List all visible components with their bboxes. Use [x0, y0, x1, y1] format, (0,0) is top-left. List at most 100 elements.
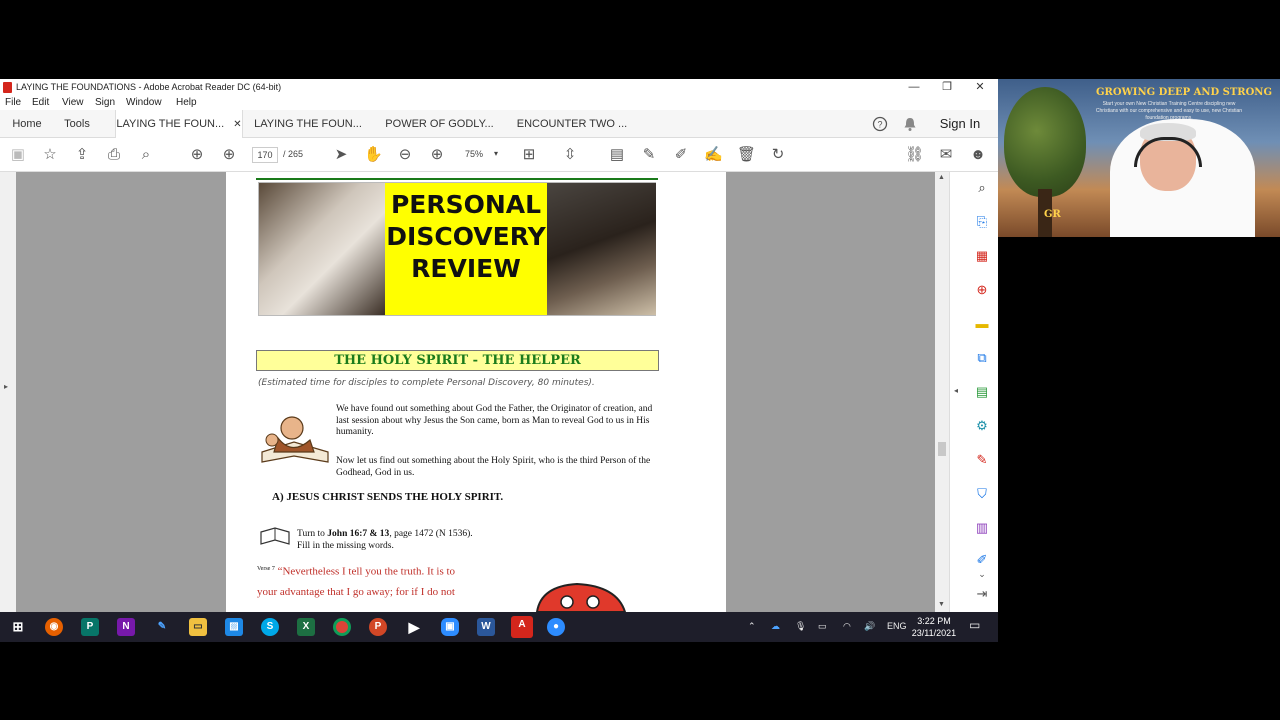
menu-edit[interactable]: Edit — [32, 97, 49, 108]
powerpoint-icon[interactable]: P — [369, 618, 387, 636]
notifications-icon[interactable]: ▭ — [969, 618, 980, 632]
scroll-thumb[interactable] — [938, 442, 946, 456]
skype-icon[interactable]: S — [261, 618, 279, 636]
fill-sign-icon[interactable]: ✍ — [704, 146, 723, 164]
tab-tools[interactable]: Tools — [54, 110, 100, 138]
zoom-meeting-icon[interactable]: ● — [547, 618, 565, 636]
star-icon[interactable]: ☆ — [41, 146, 59, 164]
tab-home[interactable]: Home — [0, 110, 54, 138]
wifi-icon[interactable]: ◠ — [843, 621, 851, 632]
restore-button[interactable]: ❐ — [930, 79, 964, 96]
publisher-icon[interactable]: P — [81, 618, 99, 636]
bell-icon[interactable] — [900, 110, 920, 138]
bible-hands-photo — [259, 183, 385, 315]
create-pdf-icon[interactable]: ⊕ — [973, 282, 991, 298]
menu-help[interactable]: Help — [176, 97, 197, 108]
word-icon[interactable]: W — [477, 618, 495, 636]
left-panel-toggle[interactable]: ▸ — [0, 172, 16, 612]
zoom-in-icon[interactable]: ⊕ — [428, 146, 446, 164]
expand-left-icon[interactable]: ▸ — [4, 382, 8, 391]
volume-icon[interactable]: 🔊 — [864, 621, 875, 632]
verse-line-2: your advantage that I go away; for if I … — [257, 585, 455, 598]
share-user-icon[interactable]: ☻ — [969, 146, 987, 164]
scroll-mode-icon[interactable]: ⇳ — [561, 146, 579, 164]
menu-sign[interactable]: Sign — [95, 97, 115, 108]
menu-window[interactable]: Window — [126, 97, 162, 108]
print-icon[interactable]: ⎙ — [105, 146, 123, 164]
app-icon[interactable]: ✎ — [153, 618, 171, 636]
zoom-app-icon[interactable]: ▣ — [441, 618, 459, 636]
collapse-pane-icon[interactable]: ◂ — [954, 386, 958, 395]
open-bible-icon — [260, 527, 290, 545]
organize-pages-icon[interactable]: ▦ — [973, 248, 991, 264]
tab-doc-4[interactable]: ENCOUNTER TWO ... — [506, 110, 638, 138]
intro-paragraph-2: Now let us find out something about the … — [336, 456, 651, 478]
start-icon[interactable]: ⊞ — [9, 618, 27, 636]
intro-paragraph-1: We have found out something about God th… — [336, 404, 653, 437]
minimize-button[interactable]: — — [897, 79, 931, 96]
upload-icon[interactable]: ⇪ — [73, 146, 91, 164]
chrome-icon[interactable] — [333, 618, 351, 636]
tab-doc-3[interactable]: POWER OF GODLY... — [373, 110, 506, 138]
comment-tool-icon[interactable]: ▬ — [973, 316, 991, 332]
menu-view[interactable]: View — [62, 97, 84, 108]
scripture-reference: John 16:7 & 13 — [327, 529, 390, 539]
zoom-chevron-down-icon[interactable]: ▾ — [494, 149, 498, 158]
clock[interactable]: 3:22 PM 23/11/2021 — [906, 615, 962, 639]
page-number-input[interactable]: 170 — [252, 147, 278, 163]
excel-icon[interactable]: X — [297, 618, 315, 636]
mail-icon[interactable]: ✉ — [937, 146, 955, 164]
pane-search-icon[interactable]: ⌕ — [973, 180, 991, 196]
media-player-icon[interactable]: ▶ — [405, 618, 423, 636]
tab-doc-active[interactable]: LAYING THE FOUN... ✕ — [115, 110, 243, 138]
scroll-down-icon[interactable]: ▼ — [938, 601, 945, 608]
tab-doc-2[interactable]: LAYING THE FOUN... — [243, 110, 373, 138]
file-explorer-icon[interactable]: ▭ — [189, 618, 207, 636]
document-viewer[interactable]: PERSONAL DISCOVERY REVIEW THE HOLY SPIRI… — [16, 172, 935, 612]
prev-page-icon[interactable]: ⊕ — [188, 146, 206, 164]
microphone-icon[interactable]: 🎙 — [795, 621, 806, 632]
tab-close-icon[interactable]: ✕ — [233, 119, 241, 130]
language-indicator[interactable]: ENG — [887, 621, 907, 631]
battery-icon[interactable]: ▭ — [818, 621, 827, 632]
vertical-scrollbar[interactable]: ▲ ▼ — [935, 172, 949, 612]
onenote-icon[interactable]: N — [117, 618, 135, 636]
acrobat-taskbar-icon[interactable]: A — [511, 616, 533, 638]
photos-icon[interactable]: ▨ — [225, 618, 243, 636]
highlight-icon[interactable]: ✎ — [640, 146, 658, 164]
help-icon[interactable]: ? — [870, 110, 890, 138]
fill-sign-tool-icon[interactable]: ✎ — [973, 452, 991, 468]
show-hidden-icons[interactable]: ⌃ — [748, 621, 756, 632]
combine-files-icon[interactable]: ⧉ — [973, 350, 991, 366]
edit-pdf-icon[interactable]: ▤ — [973, 384, 991, 400]
page-fit-icon[interactable]: ⊞ — [520, 146, 538, 164]
search-icon[interactable]: ⌕ — [137, 146, 155, 164]
zoom-level-select[interactable]: 75% — [465, 149, 483, 159]
close-button[interactable]: ✕ — [963, 79, 997, 96]
firefox-icon[interactable]: ◉ — [45, 618, 63, 636]
protect-icon[interactable]: ⛉ — [973, 486, 991, 502]
pane-chevron-down-icon[interactable]: ⌄ — [973, 566, 991, 582]
hand-tool-icon[interactable]: ✋ — [364, 146, 383, 164]
menu-file[interactable]: File — [5, 97, 21, 108]
delete-icon[interactable]: 🗑 — [737, 146, 756, 164]
next-page-icon[interactable]: ⊕ — [220, 146, 238, 164]
draw-icon[interactable]: ✐ — [672, 146, 690, 164]
zoom-out-icon[interactable]: ⊖ — [396, 146, 414, 164]
link-icon[interactable]: ⛓ — [905, 146, 924, 164]
reading-monk-illustration — [261, 416, 329, 463]
sign-in-button[interactable]: Sign In — [930, 110, 990, 138]
banner-title: PERSONAL DISCOVERY REVIEW — [385, 183, 547, 315]
save-icon[interactable]: ▣ — [9, 146, 27, 164]
select-tool-icon[interactable]: ➤ — [332, 146, 350, 164]
export-pdf-icon[interactable]: ⎘ — [973, 214, 991, 230]
clock-date: 23/11/2021 — [911, 628, 957, 638]
rotate-icon[interactable]: ↻ — [769, 146, 787, 164]
pane-collapse-icon[interactable]: ⇥ — [973, 586, 991, 602]
compress-icon[interactable]: ▥ — [973, 520, 991, 536]
scroll-up-icon[interactable]: ▲ — [938, 174, 945, 181]
estimated-time: (Estimated time for disciples to complet… — [258, 378, 595, 388]
comment-icon[interactable]: ▤ — [608, 146, 626, 164]
onedrive-icon[interactable]: ☁ — [771, 621, 780, 632]
enhance-scan-icon[interactable]: ⚙ — [973, 418, 991, 434]
